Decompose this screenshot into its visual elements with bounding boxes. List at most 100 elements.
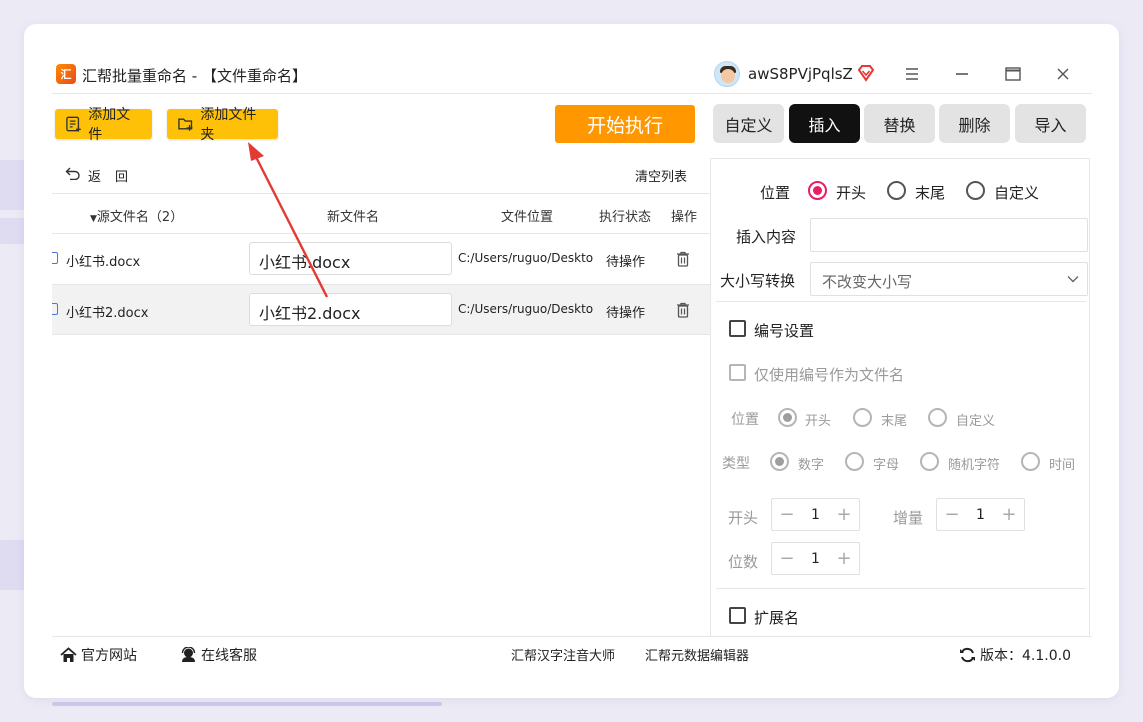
type-radio-number[interactable] xyxy=(770,452,789,471)
panel-top-border xyxy=(710,158,1090,159)
table-row[interactable]: 小红书.docx 小红书.docx C:/Users/ruguo/Deskto … xyxy=(52,234,710,284)
clear-list-button[interactable]: 清空列表 xyxy=(635,166,687,185)
sort-down-icon: ▼ xyxy=(90,214,97,224)
close-icon[interactable] xyxy=(1048,59,1078,89)
tab-custom[interactable]: 自定义 xyxy=(713,104,784,143)
extension-checkbox[interactable] xyxy=(729,607,746,624)
radio-custom-label[interactable]: 自定义 xyxy=(994,182,1039,203)
num-radio-custom-label[interactable]: 自定义 xyxy=(956,410,995,429)
position-label: 位置 xyxy=(760,184,791,202)
col-source[interactable]: ▼源文件名（2） xyxy=(90,206,183,225)
type-radio-number-label[interactable]: 数字 xyxy=(798,454,824,473)
plus-icon[interactable]: + xyxy=(829,504,859,525)
plus-icon[interactable]: + xyxy=(994,504,1024,525)
panel-right-border xyxy=(1089,158,1090,636)
type-radio-random-label[interactable]: 随机字符 xyxy=(948,454,1000,473)
start-value[interactable]: 1 xyxy=(802,507,829,523)
username[interactable]: awS8PVjPqlsZ xyxy=(748,65,853,83)
refresh-icon xyxy=(960,647,975,663)
num-radio-end-label[interactable]: 末尾 xyxy=(881,410,907,429)
only-number-label[interactable]: 仅使用编号作为文件名 xyxy=(754,364,904,385)
extension-label[interactable]: 扩展名 xyxy=(754,607,799,628)
insert-content-input[interactable] xyxy=(810,218,1088,252)
num-radio-start[interactable] xyxy=(778,408,797,427)
vip-diamond-icon[interactable] xyxy=(856,63,876,83)
minus-icon[interactable]: − xyxy=(772,504,802,525)
table-row[interactable]: 小红书2.docx 小红书2.docx C:/Users/ruguo/Deskt… xyxy=(52,285,710,335)
section-divider xyxy=(716,588,1086,589)
doc-icon xyxy=(52,303,58,315)
num-radio-end[interactable] xyxy=(853,408,872,427)
start-button[interactable]: 开始执行 xyxy=(555,105,695,143)
minimize-icon[interactable] xyxy=(947,59,977,89)
headset-icon xyxy=(181,647,196,662)
case-select[interactable]: 不改变大小写 xyxy=(810,262,1088,296)
support-link[interactable]: 在线客服 xyxy=(180,645,257,665)
tab-import[interactable]: 导入 xyxy=(1015,104,1086,143)
numbering-label[interactable]: 编号设置 xyxy=(754,320,814,341)
add-file-icon xyxy=(66,116,81,132)
col-location: 文件位置 xyxy=(501,210,554,225)
type-radio-random[interactable] xyxy=(920,452,939,471)
back-icon[interactable] xyxy=(65,166,81,180)
link-pinyin-master[interactable]: 汇帮汉字注音大师 xyxy=(511,645,615,664)
website-link[interactable]: 官方网站 xyxy=(60,645,137,665)
numbering-checkbox[interactable] xyxy=(729,320,746,337)
trash-icon[interactable] xyxy=(676,302,690,318)
radio-start[interactable] xyxy=(808,181,827,200)
status-text: 待操作 xyxy=(606,306,646,321)
version-label: 版本：4.1.0.0 xyxy=(980,648,1071,664)
digits-label: 位数 xyxy=(728,553,759,571)
version-info[interactable]: 版本：4.1.0.0 xyxy=(959,645,1071,665)
step-stepper[interactable]: − 1 + xyxy=(936,498,1025,531)
tab-replace[interactable]: 替换 xyxy=(864,104,935,143)
type-radio-letter-label[interactable]: 字母 xyxy=(873,454,899,473)
radio-end[interactable] xyxy=(887,181,906,200)
list-divider xyxy=(52,193,710,194)
add-file-button[interactable]: 添加文件 xyxy=(55,107,152,143)
link-metadata-editor[interactable]: 汇帮元数据编辑器 xyxy=(645,645,749,664)
add-folder-icon xyxy=(178,118,193,131)
radio-start-label[interactable]: 开头 xyxy=(836,182,866,203)
new-name-input[interactable]: 小红书2.docx xyxy=(249,293,452,326)
status-text: 待操作 xyxy=(606,255,646,270)
user-avatar[interactable] xyxy=(714,61,740,87)
type-radio-letter[interactable] xyxy=(845,452,864,471)
digits-stepper[interactable]: − 1 + xyxy=(771,542,860,575)
plus-icon[interactable]: + xyxy=(829,548,859,569)
maximize-icon[interactable] xyxy=(998,59,1028,89)
insert-content-label: 插入内容 xyxy=(736,228,797,246)
num-radio-custom[interactable] xyxy=(928,408,947,427)
num-position-label: 位置 xyxy=(731,412,759,428)
step-value[interactable]: 1 xyxy=(967,507,994,523)
case-select-value: 不改变大小写 xyxy=(822,273,913,291)
num-radio-start-label[interactable]: 开头 xyxy=(805,410,831,429)
minus-icon[interactable]: − xyxy=(772,548,802,569)
section-divider xyxy=(716,301,1086,302)
chevron-down-icon xyxy=(1067,276,1079,283)
add-folder-button[interactable]: 添加文件夹 xyxy=(167,107,278,143)
radio-end-label[interactable]: 末尾 xyxy=(915,182,945,203)
file-location: C:/Users/ruguo/Deskto xyxy=(458,302,594,316)
type-radio-time[interactable] xyxy=(1021,452,1040,471)
window-title: 汇帮批量重命名 - 【文件重命名】 xyxy=(82,67,307,85)
num-type-label: 类型 xyxy=(722,456,750,472)
back-button-label[interactable]: 回 xyxy=(115,166,128,185)
new-name-input[interactable]: 小红书.docx xyxy=(249,242,452,275)
tab-insert[interactable]: 插入 xyxy=(789,104,860,143)
type-radio-time-label[interactable]: 时间 xyxy=(1049,454,1075,473)
support-label: 在线客服 xyxy=(201,648,257,664)
digits-value[interactable]: 1 xyxy=(802,551,829,567)
start-stepper[interactable]: − 1 + xyxy=(771,498,860,531)
only-number-checkbox[interactable] xyxy=(729,364,746,381)
add-file-label: 添加文件 xyxy=(88,107,131,143)
case-label: 大小写转换 xyxy=(720,272,796,290)
trash-icon[interactable] xyxy=(676,251,690,267)
minus-icon[interactable]: − xyxy=(937,504,967,525)
tab-delete[interactable]: 删除 xyxy=(939,104,1010,143)
back-button[interactable]: 返 xyxy=(88,166,101,185)
menu-icon[interactable] xyxy=(897,59,927,89)
radio-custom[interactable] xyxy=(966,181,985,200)
add-folder-label: 添加文件夹 xyxy=(200,107,257,143)
source-filename: 小红书2.docx xyxy=(66,306,149,321)
